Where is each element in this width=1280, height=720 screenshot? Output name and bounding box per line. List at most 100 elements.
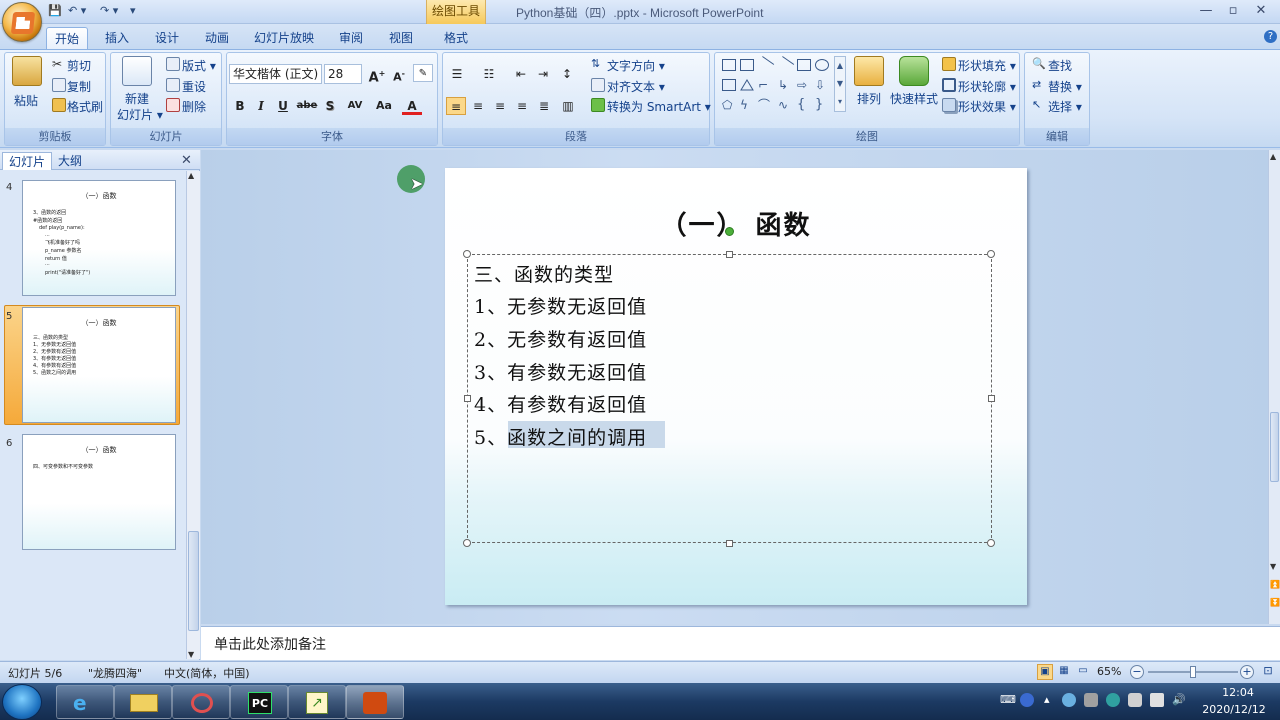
tab-outline[interactable]: 大纲: [52, 152, 88, 170]
resize-handle[interactable]: [463, 250, 471, 258]
increase-indent-icon[interactable]: ⇥: [533, 65, 553, 83]
bold-button[interactable]: B: [230, 97, 250, 115]
next-slide-icon[interactable]: ⏬: [1270, 598, 1280, 607]
tab-slide-show[interactable]: 幻灯片放映: [248, 27, 320, 49]
tray-help-icon[interactable]: [1020, 693, 1034, 707]
tab-design[interactable]: 设计: [148, 27, 186, 49]
resize-handle[interactable]: [988, 395, 995, 402]
taskbar-ie[interactable]: e: [56, 685, 114, 719]
taskbar-powerpoint[interactable]: [346, 685, 404, 719]
shape-outline-button[interactable]: 形状轮廓 ▾: [958, 78, 1016, 95]
layout-button[interactable]: 版式 ▾: [182, 57, 216, 74]
tray-expand-icon[interactable]: ▴: [1044, 693, 1058, 707]
text-direction-button[interactable]: 文字方向 ▾: [607, 57, 665, 74]
slide-text-line[interactable]: 4、有参数有返回值: [474, 390, 647, 417]
replace-button[interactable]: 替换 ▾: [1048, 78, 1082, 95]
clear-format-icon[interactable]: ✎: [413, 64, 433, 82]
resize-handle[interactable]: [987, 539, 995, 547]
justify-icon[interactable]: ≡: [512, 97, 532, 115]
scroll-down-icon[interactable]: ▼: [1270, 562, 1276, 571]
align-center-icon[interactable]: ≡: [468, 97, 488, 115]
smartart-button[interactable]: 转换为 SmartArt ▾: [607, 98, 711, 115]
tab-insert[interactable]: 插入: [98, 27, 136, 49]
shape-fill-button[interactable]: 形状填充 ▾: [958, 57, 1016, 74]
new-slide-button[interactable]: 新建: [125, 90, 149, 107]
cut-button[interactable]: 剪切: [67, 57, 91, 74]
font-size-combo[interactable]: 28: [324, 64, 362, 84]
shape-vertical-textbox-icon[interactable]: [740, 59, 754, 71]
taskbar-app-cloud[interactable]: [172, 685, 230, 719]
slide-show-icon[interactable]: ▭: [1075, 664, 1091, 680]
align-left-icon[interactable]: ≡: [446, 97, 466, 115]
shape-triangle-icon[interactable]: [740, 79, 754, 91]
numbering-icon[interactable]: ☷: [479, 65, 499, 83]
close-button[interactable]: ✕: [1250, 3, 1272, 19]
shape-effects-button[interactable]: 形状效果 ▾: [958, 98, 1016, 115]
quick-styles-button[interactable]: 快速样式: [890, 90, 938, 107]
tray-cloud-icon[interactable]: [1062, 693, 1076, 707]
notes-placeholder[interactable]: 单击此处添加备注: [214, 634, 326, 654]
customize-qat-icon[interactable]: ▾: [130, 4, 136, 20]
slide-text-line[interactable]: 2、无参数有返回值: [474, 325, 647, 352]
tray-battery-icon[interactable]: [1128, 693, 1142, 707]
shape-elbow-icon[interactable]: ⌐: [758, 79, 772, 91]
arrange-button[interactable]: 排列: [857, 90, 881, 107]
scroll-up-icon[interactable]: ▲: [1270, 152, 1276, 161]
char-spacing-button[interactable]: AV: [342, 97, 368, 115]
zoom-slider[interactable]: [1148, 666, 1238, 678]
italic-button[interactable]: I: [251, 97, 271, 115]
strikethrough-button[interactable]: abe: [296, 97, 318, 115]
redo-icon[interactable]: ↷ ▾: [100, 4, 118, 20]
shape-down-arrow-icon[interactable]: ⇩: [815, 79, 829, 91]
reset-button[interactable]: 重设: [182, 78, 206, 95]
shape-textbox-icon[interactable]: [722, 59, 736, 71]
scroll-thumb[interactable]: [1270, 412, 1279, 482]
columns-icon[interactable]: ▥: [558, 97, 578, 115]
tray-keyboard-icon[interactable]: ⌨: [1000, 693, 1016, 707]
shadow-button[interactable]: S: [320, 97, 340, 115]
rotation-handle[interactable]: [725, 227, 734, 236]
tray-volume-icon[interactable]: 🔊: [1172, 693, 1186, 707]
slide-text-line[interactable]: 1、无参数无返回值: [474, 292, 647, 319]
start-button[interactable]: [2, 684, 42, 720]
zoom-in-icon[interactable]: +: [1240, 665, 1254, 679]
minimize-button[interactable]: —: [1195, 3, 1217, 19]
font-name-combo[interactable]: 华文楷体 (正文): [229, 64, 322, 84]
paste-button[interactable]: 粘贴: [14, 92, 38, 109]
tab-review[interactable]: 审阅: [332, 27, 370, 49]
undo-icon[interactable]: ↶ ▾: [68, 4, 86, 20]
zoom-out-icon[interactable]: −: [1130, 665, 1144, 679]
change-case-button[interactable]: Aa: [372, 97, 396, 115]
bullets-icon[interactable]: ☰: [447, 65, 467, 83]
tab-animations[interactable]: 动画: [198, 27, 236, 49]
scroll-thumb[interactable]: [188, 531, 199, 631]
zoom-level[interactable]: 65%: [1097, 665, 1121, 678]
tray-network-icon[interactable]: [1084, 693, 1098, 707]
slide-title[interactable]: （一） 函数: [445, 205, 1027, 242]
delete-button[interactable]: 删除: [182, 98, 206, 115]
tray-display-icon[interactable]: [1150, 693, 1164, 707]
shape-elbow-arrow-icon[interactable]: ↳: [778, 79, 792, 91]
tab-view[interactable]: 视图: [382, 27, 420, 49]
align-right-icon[interactable]: ≡: [490, 97, 510, 115]
font-color-button[interactable]: A: [402, 97, 422, 115]
editor-scrollbar[interactable]: ▲ ▼ ⏫ ⏬: [1268, 150, 1280, 624]
shape-rect2-icon[interactable]: [722, 79, 736, 91]
shape-right-arrow-icon[interactable]: ⇨: [797, 79, 811, 91]
slide-text-line[interactable]: 5、函数之间的调用: [474, 423, 647, 450]
help-icon[interactable]: ?: [1264, 30, 1277, 43]
select-button[interactable]: 选择 ▾: [1048, 98, 1082, 115]
taskbar-app-chart[interactable]: ↗: [288, 685, 346, 719]
new-slide-dropdown[interactable]: 幻灯片 ▾: [117, 106, 163, 123]
paste-icon[interactable]: [12, 56, 42, 86]
resize-handle[interactable]: [464, 395, 471, 402]
underline-button[interactable]: U: [273, 97, 293, 115]
scroll-down-icon[interactable]: ▼: [188, 650, 194, 659]
shrink-font-icon[interactable]: A-: [389, 65, 409, 84]
previous-slide-icon[interactable]: ⏫: [1270, 580, 1280, 589]
clock-time[interactable]: 12:04: [1210, 686, 1266, 699]
clock-date[interactable]: 2020/12/12: [1198, 703, 1270, 716]
shape-brace-right-icon[interactable]: }: [815, 98, 829, 111]
slide-text-line[interactable]: 3、有参数无返回值: [474, 358, 647, 385]
quick-styles-icon[interactable]: [899, 56, 929, 86]
